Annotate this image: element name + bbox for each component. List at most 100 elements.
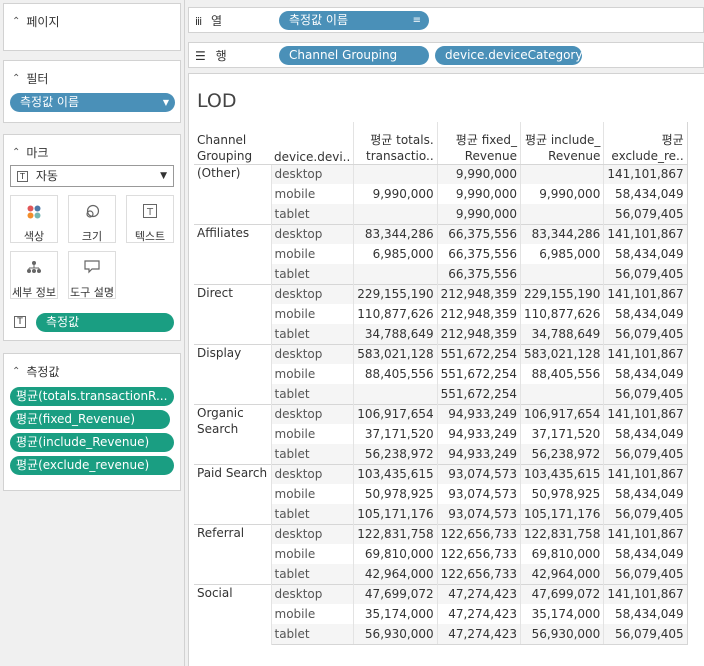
channel-group-cell[interactable]: Referral [194, 523, 272, 584]
device-cell[interactable]: mobile [271, 604, 354, 624]
device-cell[interactable]: tablet [271, 204, 354, 224]
device-cell[interactable]: mobile [271, 364, 354, 384]
value-cell[interactable]: 88,405,556 [519, 364, 604, 384]
value-cell[interactable]: 47,699,072 [353, 583, 438, 604]
value-cell[interactable]: 58,434,049 [603, 424, 688, 444]
value-cell[interactable]: 58,434,049 [603, 544, 688, 564]
value-cell[interactable]: 122,831,758 [353, 523, 438, 544]
header-measure-exclude[interactable]: 평균 exclude_re.. [603, 122, 688, 165]
value-cell[interactable]: 83,344,286 [519, 223, 604, 244]
value-cell[interactable]: 212,948,359 [436, 283, 521, 304]
detail-button[interactable]: 세부 정보 [10, 251, 58, 299]
value-cell[interactable]: 141,101,867 [603, 403, 688, 424]
value-cell[interactable]: 9,990,000 [436, 163, 521, 184]
value-cell[interactable]: 47,699,072 [519, 583, 604, 604]
collapse-chevron-icon[interactable]: ⌃ [12, 147, 20, 158]
header-measure-fixed[interactable]: 평균 fixed_ Revenue [436, 122, 521, 165]
value-cell[interactable]: 583,021,128 [519, 343, 604, 364]
text-pill-measure-values[interactable]: 측정값 [36, 313, 174, 332]
value-cell[interactable]: 122,656,733 [436, 544, 521, 564]
value-cell[interactable]: 37,171,520 [519, 424, 604, 444]
value-cell[interactable]: 50,978,925 [353, 484, 438, 504]
device-cell[interactable]: tablet [271, 564, 354, 584]
device-cell[interactable]: mobile [271, 184, 354, 204]
value-cell[interactable]: 9,990,000 [436, 204, 521, 224]
value-cell[interactable]: 229,155,190 [519, 283, 604, 304]
value-cell[interactable]: 47,274,423 [436, 604, 521, 624]
value-cell[interactable]: 58,434,049 [603, 304, 688, 324]
value-cell[interactable] [353, 264, 438, 284]
header-channel-grouping[interactable]: Channel Grouping [194, 122, 271, 165]
value-cell[interactable]: 69,810,000 [353, 544, 438, 564]
measure-pill-include-revenue[interactable]: 평균(include_Revenue) [10, 433, 174, 452]
device-cell[interactable]: mobile [271, 244, 354, 264]
marks-card-title[interactable]: ⌃ 마크 [12, 144, 48, 161]
value-cell[interactable]: 56,079,405 [603, 324, 688, 344]
value-cell[interactable]: 34,788,649 [353, 324, 438, 344]
value-cell[interactable]: 106,917,654 [353, 403, 438, 424]
value-cell[interactable]: 105,171,176 [353, 504, 438, 524]
value-cell[interactable]: 35,174,000 [353, 604, 438, 624]
value-cell[interactable]: 103,435,615 [353, 463, 438, 484]
mark-type-dropdown[interactable]: T 자동 ▼ [10, 165, 174, 187]
device-cell[interactable]: mobile [271, 484, 354, 504]
value-cell[interactable]: 58,434,049 [603, 484, 688, 504]
collapse-chevron-icon[interactable]: ⌃ [12, 366, 20, 377]
filter-pill-measure-names[interactable]: 측정값 이름 ▼ [10, 93, 175, 112]
channel-group-cell[interactable]: Display [194, 343, 272, 404]
value-cell[interactable]: 58,434,049 [603, 604, 688, 624]
value-cell[interactable] [353, 204, 438, 224]
value-cell[interactable]: 56,079,405 [603, 624, 688, 645]
value-cell[interactable]: 47,274,423 [436, 624, 521, 645]
channel-group-cell[interactable]: Social [194, 583, 272, 644]
value-cell[interactable]: 47,274,423 [436, 583, 521, 604]
collapse-chevron-icon[interactable]: ⌃ [12, 16, 20, 27]
value-cell[interactable]: 34,788,649 [519, 324, 604, 344]
value-cell[interactable]: 141,101,867 [603, 583, 688, 604]
value-cell[interactable]: 83,344,286 [353, 223, 438, 244]
dropdown-triangle-icon[interactable]: ▼ [163, 93, 169, 112]
value-cell[interactable]: 94,933,249 [436, 403, 521, 424]
value-cell[interactable]: 42,964,000 [519, 564, 604, 584]
header-measure-include[interactable]: 평균 include_ Revenue [519, 122, 604, 165]
value-cell[interactable]: 56,079,405 [603, 204, 688, 224]
value-cell[interactable]: 229,155,190 [353, 283, 438, 304]
value-cell[interactable]: 94,933,249 [436, 424, 521, 444]
device-cell[interactable]: desktop [271, 583, 354, 604]
pages-card-title[interactable]: ⌃ 페이지 [12, 13, 60, 30]
value-cell[interactable]: 58,434,049 [603, 364, 688, 384]
value-cell[interactable]: 56,079,405 [603, 564, 688, 584]
device-cell[interactable]: tablet [271, 504, 354, 524]
value-cell[interactable]: 94,933,249 [436, 444, 521, 464]
channel-group-cell[interactable]: Paid Search [194, 463, 272, 524]
device-cell[interactable]: desktop [271, 403, 354, 424]
columns-pill-measure-names[interactable]: 측정값 이름 ≡ [279, 11, 429, 30]
value-cell[interactable]: 56,079,405 [603, 504, 688, 524]
size-button[interactable]: 크기 [68, 195, 116, 243]
value-cell[interactable]: 9,990,000 [353, 184, 438, 204]
sort-icon[interactable]: ≡ [413, 11, 421, 30]
value-cell[interactable]: 141,101,867 [603, 463, 688, 484]
device-cell[interactable]: mobile [271, 544, 354, 564]
value-cell[interactable]: 551,672,254 [436, 384, 521, 404]
value-cell[interactable]: 56,079,405 [603, 444, 688, 464]
value-cell[interactable]: 122,656,733 [436, 564, 521, 584]
value-cell[interactable]: 105,171,176 [519, 504, 604, 524]
value-cell[interactable]: 42,964,000 [353, 564, 438, 584]
measure-pill-fixed-revenue[interactable]: 평균(fixed_Revenue) [10, 410, 170, 429]
device-cell[interactable]: mobile [271, 424, 354, 444]
value-cell[interactable]: 58,434,049 [603, 184, 688, 204]
collapse-chevron-icon[interactable]: ⌃ [12, 73, 20, 84]
value-cell[interactable]: 6,985,000 [353, 244, 438, 264]
value-cell[interactable]: 141,101,867 [603, 523, 688, 544]
device-cell[interactable]: tablet [271, 444, 354, 464]
channel-group-cell[interactable]: (Other) [194, 163, 272, 224]
value-cell[interactable] [353, 384, 438, 404]
value-cell[interactable]: 141,101,867 [603, 223, 688, 244]
channel-group-cell[interactable]: Direct [194, 283, 272, 344]
value-cell[interactable]: 212,948,359 [436, 304, 521, 324]
tooltip-button[interactable]: 도구 설명 [68, 251, 116, 299]
filters-card-title[interactable]: ⌃ 필터 [12, 70, 48, 87]
value-cell[interactable]: 56,930,000 [519, 624, 604, 645]
value-cell[interactable] [519, 384, 604, 404]
